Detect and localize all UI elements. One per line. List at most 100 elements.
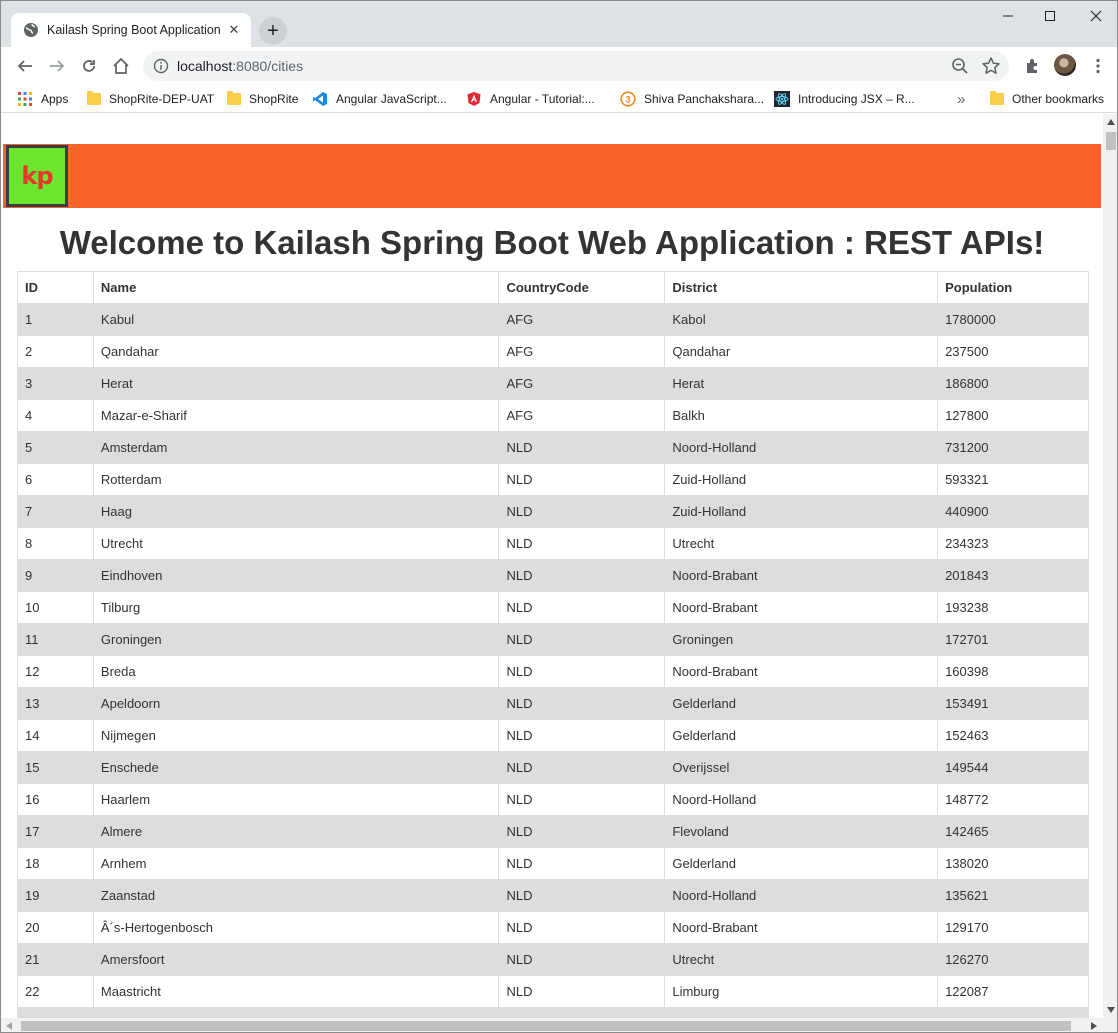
minimize-button[interactable] bbox=[985, 1, 1031, 31]
table-cell: NLD bbox=[498, 943, 666, 976]
bookmark-shoprite[interactable]: ShopRite bbox=[227, 89, 298, 109]
maximize-button[interactable] bbox=[1027, 1, 1073, 31]
site-logo[interactable]: kp bbox=[6, 145, 68, 207]
bookmark-shoprite-dep-uat[interactable]: ShopRite-DEP-UAT bbox=[87, 89, 214, 109]
table-row: 21 Amersfoort NLD Utrecht 126270 bbox=[17, 943, 1089, 976]
table-cell: Haarlem bbox=[92, 783, 500, 816]
table-cell: 160398 bbox=[937, 655, 1089, 688]
table-row: 1 Kabul AFG Kabol 1780000 bbox=[17, 303, 1089, 336]
table-cell: 16 bbox=[17, 783, 94, 816]
table-cell bbox=[664, 1007, 939, 1018]
table-cell: 122087 bbox=[937, 975, 1089, 1008]
bookmark-label: ShopRite bbox=[249, 92, 299, 106]
scroll-down-arrow-icon[interactable] bbox=[1107, 1007, 1115, 1013]
svg-text:3: 3 bbox=[625, 95, 630, 105]
table-cell: NLD bbox=[498, 431, 666, 464]
table-cell: 440900 bbox=[937, 495, 1089, 528]
star-icon[interactable] bbox=[981, 56, 1001, 76]
home-button[interactable] bbox=[109, 54, 133, 78]
table-cell: NLD bbox=[498, 623, 666, 656]
table-cell: 5 bbox=[17, 431, 94, 464]
bookmark-other-bookmarks[interactable]: Other bookmarks bbox=[990, 89, 1104, 109]
table-cell: Utrecht bbox=[664, 943, 939, 976]
table-row: 11 Groningen NLD Groningen 172701 bbox=[17, 623, 1089, 656]
scroll-right-arrow-icon[interactable] bbox=[1091, 1022, 1097, 1030]
circled-3-icon: 3 bbox=[620, 91, 636, 107]
table-cell: Nijmegen bbox=[92, 719, 500, 752]
scroll-left-arrow-icon[interactable] bbox=[6, 1022, 12, 1030]
angular-icon bbox=[467, 92, 481, 106]
forward-button[interactable] bbox=[45, 54, 69, 78]
table-cell: 11 bbox=[17, 623, 94, 656]
cities-table: ID Name CountryCode District Population 1 Kab… bbox=[17, 271, 1089, 1018]
url-path: :8080/cities bbox=[232, 58, 304, 74]
table-cell: 153491 bbox=[937, 687, 1089, 720]
bookmark-label: Angular - Tutorial:... bbox=[490, 92, 595, 106]
table-cell: Maastricht bbox=[92, 975, 500, 1008]
reload-button[interactable] bbox=[77, 54, 101, 78]
globe-icon bbox=[24, 23, 38, 37]
table-cell: Noord-Brabant bbox=[664, 559, 939, 592]
table-cell: NLD bbox=[498, 527, 666, 560]
table-cell: AFG bbox=[498, 303, 666, 336]
zoom-out-icon[interactable] bbox=[951, 57, 969, 75]
vertical-scroll-thumb[interactable] bbox=[1106, 132, 1116, 150]
table-cell: 1780000 bbox=[937, 303, 1089, 336]
table-cell: Zaanstad bbox=[92, 879, 500, 912]
table-cell: Noord-Holland bbox=[664, 879, 939, 912]
back-button[interactable] bbox=[13, 54, 37, 78]
bookmarks-overflow-button[interactable]: » bbox=[957, 89, 965, 109]
table-cell: Enschede bbox=[92, 751, 500, 784]
table-cell: NLD bbox=[498, 815, 666, 848]
table-cell: AFG bbox=[498, 367, 666, 400]
logo-text: kp bbox=[21, 162, 53, 190]
arrow-right-icon bbox=[50, 60, 65, 72]
apps-grid-icon bbox=[18, 92, 32, 106]
table-cell: Overijssel bbox=[664, 751, 939, 784]
close-window-button[interactable] bbox=[1073, 1, 1117, 31]
url-text[interactable]: localhost:8080/cities bbox=[177, 58, 303, 74]
table-cell: 135621 bbox=[937, 879, 1089, 912]
bookmark-angular-javascript[interactable]: Angular JavaScript... bbox=[312, 89, 447, 109]
react-icon bbox=[774, 91, 790, 107]
menu-button[interactable] bbox=[1086, 54, 1110, 78]
table-cell: 6 bbox=[17, 463, 94, 496]
table-cell: 148772 bbox=[937, 783, 1089, 816]
table-cell: Flevoland bbox=[664, 815, 939, 848]
table-cell bbox=[17, 1007, 94, 1018]
horizontal-scroll-thumb[interactable] bbox=[21, 1021, 1071, 1031]
address-bar[interactable]: localhost:8080/cities bbox=[143, 51, 1009, 81]
profile-avatar[interactable] bbox=[1054, 54, 1076, 76]
close-tab-icon[interactable]: ✕ bbox=[225, 21, 243, 39]
bookmark-introducing-jsx[interactable]: Introducing JSX – R... bbox=[774, 89, 915, 109]
horizontal-scrollbar[interactable] bbox=[1, 1018, 1117, 1032]
table-row: 20 Â´s-Hertogenbosch NLD Noord-Brabant 12917… bbox=[17, 911, 1089, 944]
url-host: localhost bbox=[177, 58, 233, 74]
table-cell: Noord-Holland bbox=[664, 783, 939, 816]
browser-tab[interactable]: Kailash Spring Boot Application ✕ bbox=[11, 13, 251, 47]
extensions-button[interactable] bbox=[1021, 54, 1045, 78]
vertical-scrollbar[interactable] bbox=[1103, 114, 1117, 1018]
table-row: 19 Zaanstad NLD Noord-Holland 135621 bbox=[17, 879, 1089, 912]
table-row: 2 Qandahar AFG Qandahar 237500 bbox=[17, 335, 1089, 368]
bookmark-apps[interactable]: Apps bbox=[17, 89, 68, 109]
table-cell: 21 bbox=[17, 943, 94, 976]
table-cell bbox=[92, 1007, 500, 1018]
table-cell: 20 bbox=[17, 911, 94, 944]
table-cell: 3 bbox=[17, 367, 94, 400]
scroll-up-arrow-icon[interactable] bbox=[1107, 119, 1115, 125]
table-cell: Kabul bbox=[92, 303, 500, 336]
table-cell: Mazar-e-Sharif bbox=[92, 399, 500, 432]
new-tab-button[interactable]: + bbox=[259, 17, 287, 45]
table-cell: 731200 bbox=[937, 431, 1089, 464]
tab-strip: Kailash Spring Boot Application ✕ + bbox=[1, 1, 1117, 47]
bookmark-shiva-panchakshara[interactable]: 3 Shiva Panchakshara... bbox=[620, 89, 764, 109]
table-cell: 237500 bbox=[937, 335, 1089, 368]
table-cell: 149544 bbox=[937, 751, 1089, 784]
info-icon[interactable] bbox=[153, 58, 169, 74]
bookmark-angular-tutorial[interactable]: Angular - Tutorial:... bbox=[466, 89, 595, 109]
table-cell: Amsterdam bbox=[92, 431, 500, 464]
kebab-menu-icon bbox=[1096, 58, 1100, 74]
table-row: 6 Rotterdam NLD Zuid-Holland 593321 bbox=[17, 463, 1089, 496]
table-cell: NLD bbox=[498, 719, 666, 752]
